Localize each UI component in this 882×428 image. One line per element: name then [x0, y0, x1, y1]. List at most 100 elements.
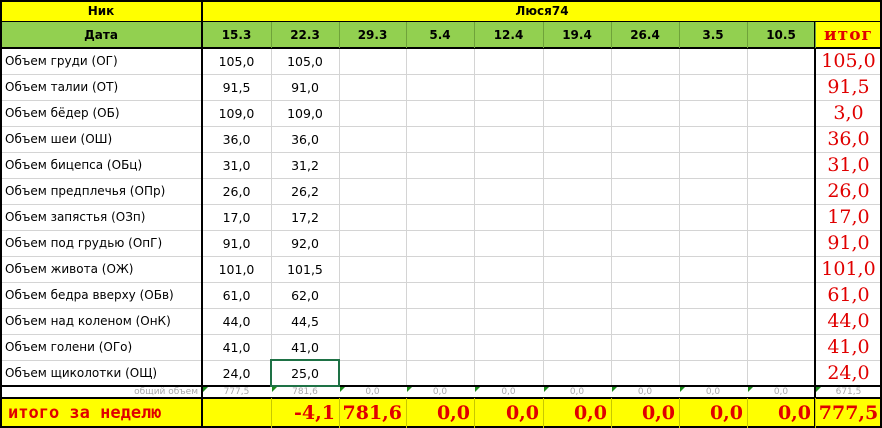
date-header-cell[interactable]: 3.5 [679, 22, 747, 48]
empty-week-cell[interactable] [611, 334, 679, 360]
week-value-cell[interactable]: 91,5 [202, 74, 271, 100]
empty-week-cell[interactable] [339, 152, 406, 178]
weekly-total-label[interactable]: итого за неделю [0, 398, 202, 428]
empty-week-cell[interactable] [747, 126, 815, 152]
empty-week-cell[interactable] [747, 282, 815, 308]
empty-week-cell[interactable] [474, 204, 543, 230]
weekly-total-cell[interactable]: 781,6 [339, 398, 406, 428]
empty-week-cell[interactable] [611, 178, 679, 204]
empty-week-cell[interactable] [339, 178, 406, 204]
empty-week-cell[interactable] [679, 308, 747, 334]
row-total-cell[interactable]: 24,0 [815, 360, 882, 386]
week-value-cell[interactable]: 41,0 [271, 334, 339, 360]
total-header-cell[interactable]: итог [815, 22, 882, 48]
measurement-label[interactable]: Объем бедра вверху (ОБв) [0, 282, 202, 308]
date-header-cell[interactable]: 19.4 [543, 22, 611, 48]
empty-week-cell[interactable] [747, 360, 815, 386]
empty-week-cell[interactable] [679, 256, 747, 282]
empty-week-cell[interactable] [474, 100, 543, 126]
empty-week-cell[interactable] [747, 230, 815, 256]
user-name-cell[interactable]: Люся74 [202, 0, 882, 22]
empty-week-cell[interactable] [339, 204, 406, 230]
empty-week-cell[interactable] [611, 74, 679, 100]
empty-week-cell[interactable] [611, 256, 679, 282]
week-value-cell[interactable]: 41,0 [202, 334, 271, 360]
empty-week-cell[interactable] [747, 100, 815, 126]
date-header-cell[interactable]: 5.4 [406, 22, 474, 48]
week-value-cell[interactable]: 105,0 [271, 48, 339, 74]
row-total-cell[interactable]: 61,0 [815, 282, 882, 308]
row-total-cell[interactable]: 36,0 [815, 126, 882, 152]
weekly-total-cell[interactable]: 0,0 [747, 398, 815, 428]
nick-label-cell[interactable]: Ник [0, 0, 202, 22]
empty-week-cell[interactable] [611, 204, 679, 230]
empty-week-cell[interactable] [679, 152, 747, 178]
empty-week-cell[interactable] [611, 360, 679, 386]
empty-week-cell[interactable] [679, 178, 747, 204]
weekly-total-cell[interactable]: 0,0 [406, 398, 474, 428]
measurement-label[interactable]: Объем запястья (ОЗп) [0, 204, 202, 230]
empty-week-cell[interactable] [543, 360, 611, 386]
week-value-cell[interactable]: 109,0 [202, 100, 271, 126]
empty-week-cell[interactable] [406, 48, 474, 74]
empty-week-cell[interactable] [339, 256, 406, 282]
date-header-cell[interactable]: 29.3 [339, 22, 406, 48]
weekly-total-cell[interactable]: 0,0 [611, 398, 679, 428]
empty-week-cell[interactable] [543, 282, 611, 308]
empty-week-cell[interactable] [406, 360, 474, 386]
measurement-label[interactable]: Объем щиколотки (ОЩ) [0, 360, 202, 386]
empty-week-cell[interactable] [474, 230, 543, 256]
empty-week-cell[interactable] [679, 230, 747, 256]
empty-week-cell[interactable] [543, 256, 611, 282]
empty-week-cell[interactable] [543, 126, 611, 152]
empty-week-cell[interactable] [679, 100, 747, 126]
measurement-label[interactable]: Объем бицепса (ОБц) [0, 152, 202, 178]
empty-week-cell[interactable] [611, 282, 679, 308]
empty-week-cell[interactable] [611, 308, 679, 334]
week-value-cell[interactable]: 31,0 [202, 152, 271, 178]
week-value-cell[interactable]: 44,5 [271, 308, 339, 334]
week-value-cell[interactable]: 101,0 [202, 256, 271, 282]
week-value-cell[interactable]: 17,2 [271, 204, 339, 230]
measurement-label[interactable]: Объем живота (ОЖ) [0, 256, 202, 282]
row-total-cell[interactable]: 91,5 [815, 74, 882, 100]
empty-week-cell[interactable] [543, 308, 611, 334]
empty-week-cell[interactable] [747, 204, 815, 230]
weekly-total-cell[interactable]: -4,1 [271, 398, 339, 428]
measurement-label[interactable]: Объем шеи (ОШ) [0, 126, 202, 152]
weekly-grand-total-cell[interactable]: 777,5 [815, 398, 882, 428]
empty-week-cell[interactable] [339, 334, 406, 360]
empty-week-cell[interactable] [406, 178, 474, 204]
empty-week-cell[interactable] [543, 74, 611, 100]
empty-week-cell[interactable] [406, 152, 474, 178]
row-total-cell[interactable]: 26,0 [815, 178, 882, 204]
empty-week-cell[interactable] [679, 334, 747, 360]
empty-week-cell[interactable] [339, 74, 406, 100]
empty-week-cell[interactable] [679, 282, 747, 308]
measurement-label[interactable]: Объем предплечья (ОПр) [0, 178, 202, 204]
measurement-label[interactable]: Объем груди (ОГ) [0, 48, 202, 74]
empty-week-cell[interactable] [474, 126, 543, 152]
measurement-label[interactable]: Объем талии (ОТ) [0, 74, 202, 100]
empty-week-cell[interactable] [679, 48, 747, 74]
row-total-cell[interactable]: 3,0 [815, 100, 882, 126]
date-header-cell[interactable]: 12.4 [474, 22, 543, 48]
empty-week-cell[interactable] [474, 178, 543, 204]
row-total-cell[interactable]: 101,0 [815, 256, 882, 282]
measurement-label[interactable]: Объем бёдер (ОБ) [0, 100, 202, 126]
empty-week-cell[interactable] [679, 74, 747, 100]
row-total-cell[interactable]: 44,0 [815, 308, 882, 334]
empty-week-cell[interactable] [406, 256, 474, 282]
empty-week-cell[interactable] [406, 334, 474, 360]
row-total-cell[interactable]: 41,0 [815, 334, 882, 360]
empty-week-cell[interactable] [406, 308, 474, 334]
empty-week-cell[interactable] [406, 230, 474, 256]
empty-week-cell[interactable] [543, 178, 611, 204]
week-value-cell[interactable]: 36,0 [271, 126, 339, 152]
week-value-cell[interactable]: 91,0 [271, 74, 339, 100]
measurement-label[interactable]: Объем над коленом (ОнК) [0, 308, 202, 334]
date-header-cell[interactable]: 22.3 [271, 22, 339, 48]
empty-week-cell[interactable] [543, 48, 611, 74]
week-value-cell[interactable]: 62,0 [271, 282, 339, 308]
row-total-cell[interactable]: 17,0 [815, 204, 882, 230]
